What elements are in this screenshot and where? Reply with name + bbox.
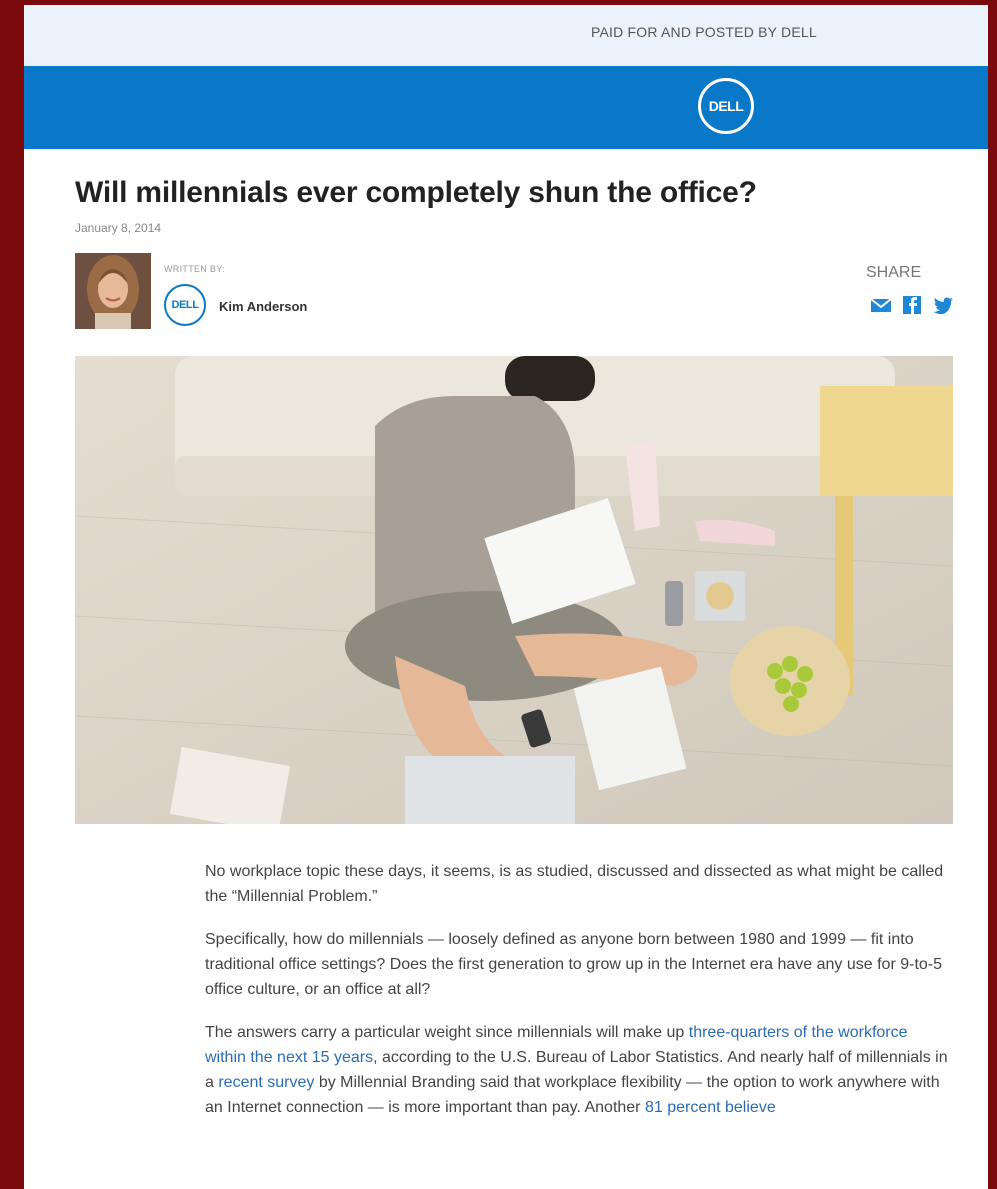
share-icons (870, 295, 954, 315)
article-text: The answers carry a particular weight si… (205, 1024, 689, 1041)
author-company-logo: DELL (164, 284, 206, 326)
article-link[interactable]: recent survey (218, 1074, 314, 1091)
article-paragraph: Specifically, how do millennials — loose… (205, 927, 950, 1002)
hero-image (75, 356, 953, 824)
article-paragraph: The answers carry a particular weight si… (205, 1020, 950, 1120)
article-text: Specifically, how do millennials — loose… (205, 931, 943, 998)
article-date: January 8, 2014 (75, 221, 162, 235)
author-avatar[interactable] (75, 253, 151, 329)
article-title: Will millennials ever completely shun th… (75, 176, 757, 209)
article-text: by Millennial Branding said that workpla… (205, 1074, 940, 1116)
sponsor-bar: PAID FOR AND POSTED BY DELL (24, 5, 988, 66)
twitter-icon[interactable] (932, 295, 954, 315)
sponsor-text: PAID FOR AND POSTED BY DELL (591, 24, 817, 40)
article-text: No workplace topic these days, it seems,… (205, 863, 944, 905)
article-link[interactable]: 81 percent believe (645, 1099, 776, 1116)
author-name[interactable]: Kim Anderson (219, 299, 307, 314)
written-by-label: WRITTEN BY: (164, 264, 225, 274)
brand-header: DELL (24, 66, 988, 149)
article-paragraph: No workplace topic these days, it seems,… (205, 859, 950, 909)
article-body: No workplace topic these days, it seems,… (205, 859, 950, 1138)
share-label: SHARE (866, 264, 922, 281)
article-page: PAID FOR AND POSTED BY DELL DELL Will mi… (24, 5, 988, 1189)
dell-logo[interactable]: DELL (698, 78, 754, 134)
mail-icon[interactable] (870, 295, 892, 315)
facebook-icon[interactable] (901, 295, 923, 315)
